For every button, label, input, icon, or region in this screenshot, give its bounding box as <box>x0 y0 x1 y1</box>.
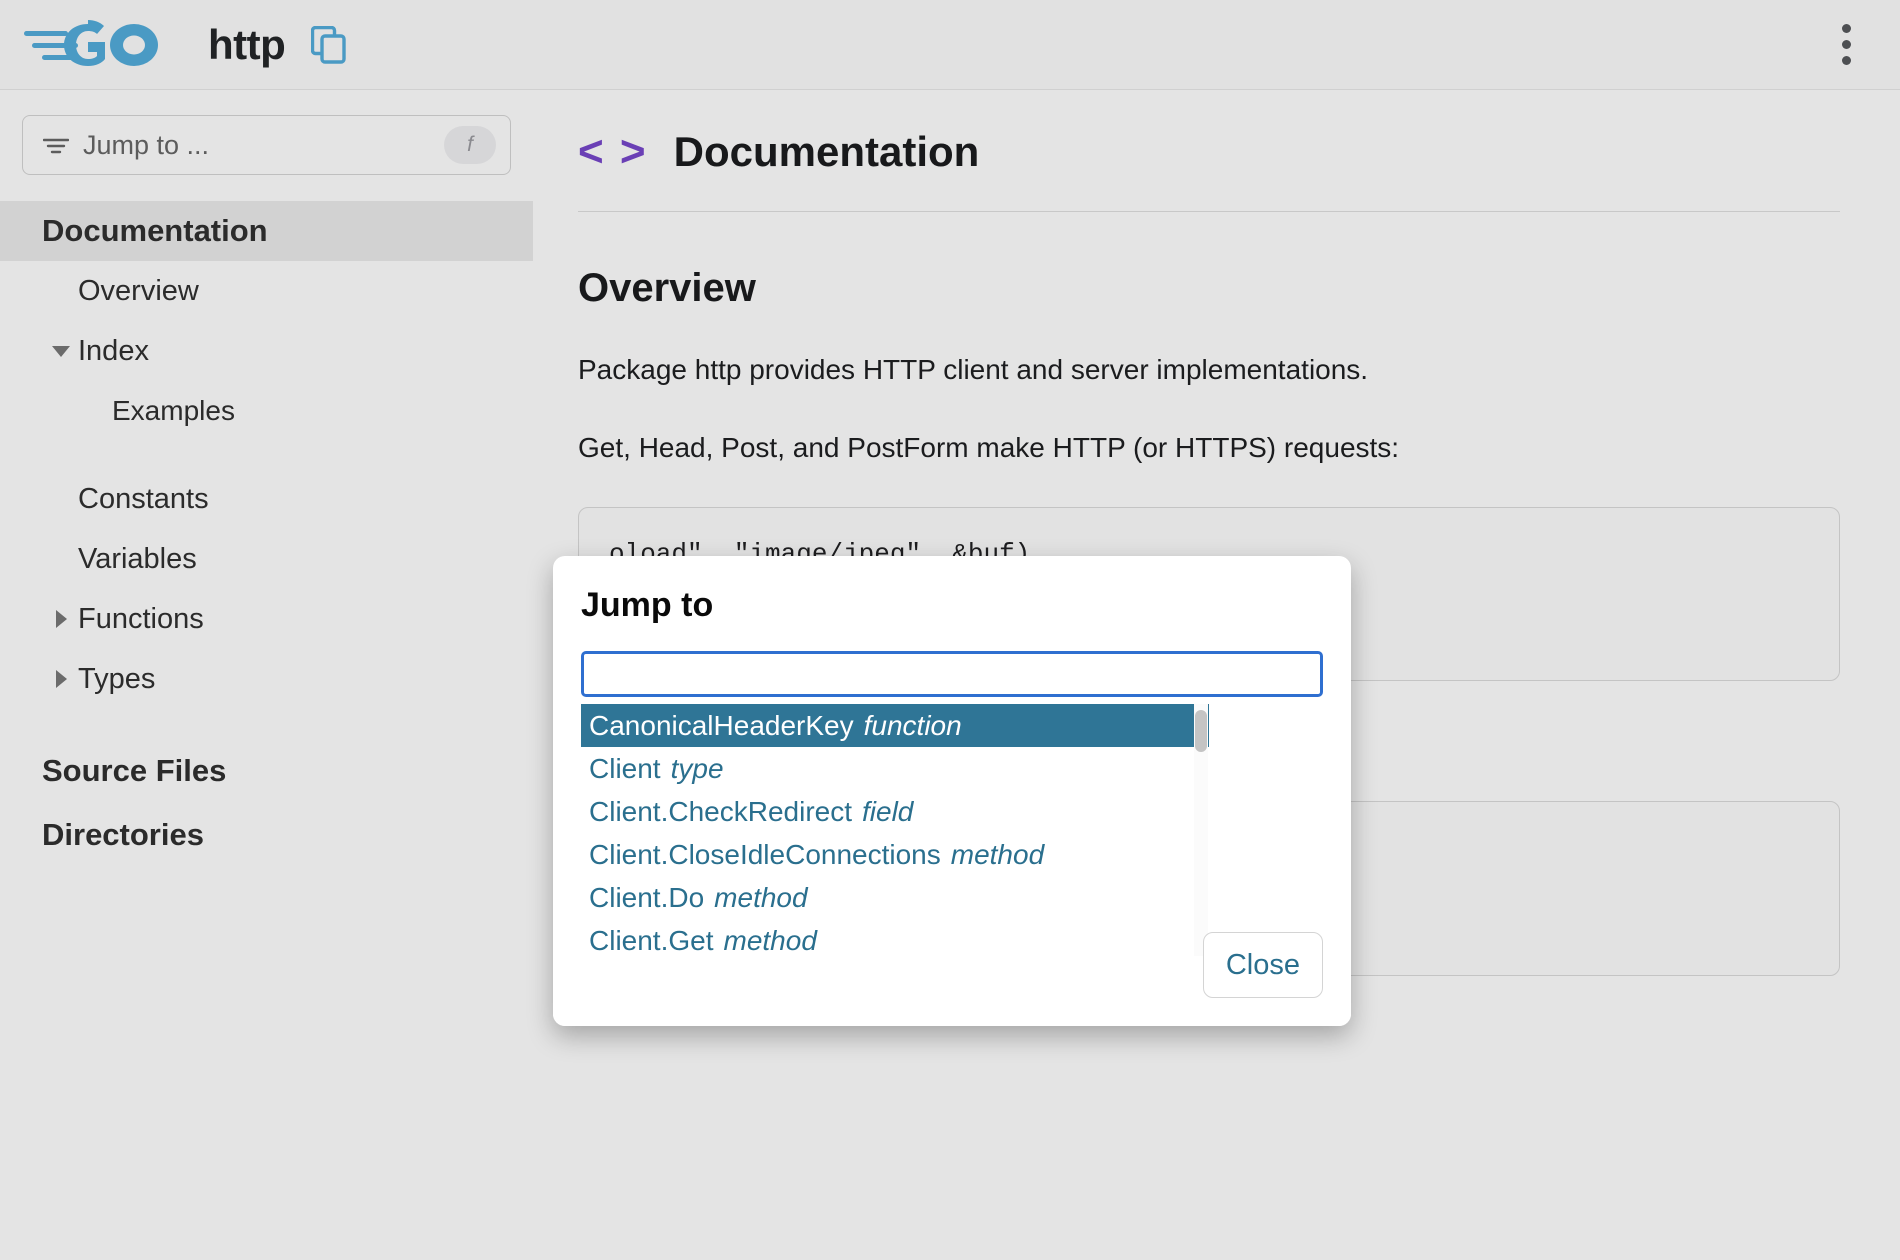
sidebar-item-label: Types <box>78 663 155 696</box>
page-root: http Jump to <box>0 0 1900 1260</box>
filter-icon <box>43 136 69 154</box>
sidebar-item-label: Source Files <box>42 753 226 789</box>
sidebar-item-index[interactable]: Index <box>0 321 533 381</box>
go-gopher-logo[interactable] <box>22 16 170 74</box>
jump-to-modal-body: Jump to CanonicalHeaderKey function Client… <box>553 556 1351 1026</box>
list-item-name: Client.CloseIdleConnections <box>589 839 941 871</box>
close-button[interactable]: Close <box>1203 932 1323 998</box>
list-item-name: Client.Do <box>589 882 704 914</box>
list-item-kind: type <box>671 753 724 785</box>
list-item[interactable]: Client.CloseIdleConnections method <box>581 833 1209 876</box>
code-brackets-icon: < > <box>578 127 648 177</box>
list-item[interactable]: CanonicalHeaderKey function <box>581 704 1209 747</box>
sidebar-item-label: Documentation <box>42 213 268 249</box>
kebab-dot-1 <box>1842 24 1851 33</box>
list-item[interactable]: Client type <box>581 747 1209 790</box>
jump-to-modal: Jump to CanonicalHeaderKey function Client… <box>553 556 1351 1026</box>
sidebar-item-documentation[interactable]: Documentation <box>0 201 533 261</box>
sidebar-item-functions[interactable]: Functions <box>0 589 533 649</box>
sidebar-item-examples[interactable]: Examples <box>0 381 533 441</box>
page-title: http <box>208 21 285 69</box>
list-item[interactable]: Client.CheckRedirect field <box>581 790 1209 833</box>
nav-spacer <box>0 709 533 737</box>
list-item-kind: function <box>864 710 962 742</box>
overview-heading: Overview <box>578 266 1840 311</box>
jump-to-modal-title: Jump to <box>581 586 1323 625</box>
list-item-kind: method <box>951 839 1044 871</box>
kebab-menu-icon[interactable] <box>1832 17 1860 73</box>
sidebar-item-label: Index <box>78 335 149 368</box>
jump-to-search-box[interactable]: Jump to ... f <box>22 115 511 175</box>
app-header: http <box>0 0 1900 90</box>
chevron-right-icon[interactable] <box>56 610 67 628</box>
results-scrollbar-thumb[interactable] <box>1195 710 1207 752</box>
sidebar-item-label: Overview <box>78 275 199 308</box>
kebab-dot-2 <box>1842 40 1851 49</box>
sidebar-item-label: Directories <box>42 817 204 853</box>
chevron-right-icon[interactable] <box>56 670 67 688</box>
list-item-kind: method <box>724 925 817 957</box>
sidebar-item-directories[interactable]: Directories <box>0 805 533 865</box>
list-item-name: CanonicalHeaderKey <box>589 710 854 742</box>
sidebar: Jump to ... f Documentation Overview Index… <box>0 91 533 1260</box>
copy-path-icon[interactable] <box>311 26 347 64</box>
sidebar-item-variables[interactable]: Variables <box>0 529 533 589</box>
overview-paragraph-1: Package http provides HTTP client and se… <box>578 351 1840 389</box>
jump-to-shortcut-key: f <box>444 126 496 164</box>
header-divider <box>578 211 1840 212</box>
documentation-header: < > Documentation <box>578 127 1840 177</box>
sidebar-nav: Documentation Overview Index Examples Consta… <box>0 201 533 865</box>
sidebar-item-overview[interactable]: Overview <box>0 261 533 321</box>
list-item-kind: method <box>714 882 807 914</box>
sidebar-item-source-files[interactable]: Source Files <box>0 741 533 801</box>
sidebar-item-types[interactable]: Types <box>0 649 533 709</box>
nav-spacer <box>0 441 533 469</box>
sidebar-item-label: Variables <box>78 543 197 576</box>
list-item-name: Client.CheckRedirect <box>589 796 852 828</box>
documentation-title: Documentation <box>674 128 980 176</box>
chevron-down-icon[interactable] <box>52 346 70 357</box>
kebab-dot-3 <box>1842 56 1851 65</box>
list-item-name: Client <box>589 753 661 785</box>
sidebar-item-label: Constants <box>78 483 209 516</box>
sidebar-item-constants[interactable]: Constants <box>0 469 533 529</box>
jump-to-modal-input[interactable] <box>581 651 1323 697</box>
list-item-kind: field <box>862 796 913 828</box>
list-item-name: Client.Get <box>589 925 714 957</box>
overview-paragraph-2: Get, Head, Post, and PostForm make HTTP … <box>578 429 1840 467</box>
list-item[interactable]: Client.Do method <box>581 876 1209 919</box>
sidebar-item-label: Examples <box>112 395 235 427</box>
sidebar-item-label: Functions <box>78 603 204 636</box>
jump-to-placeholder: Jump to ... <box>83 130 444 161</box>
modal-footer: Close <box>1203 932 1323 998</box>
